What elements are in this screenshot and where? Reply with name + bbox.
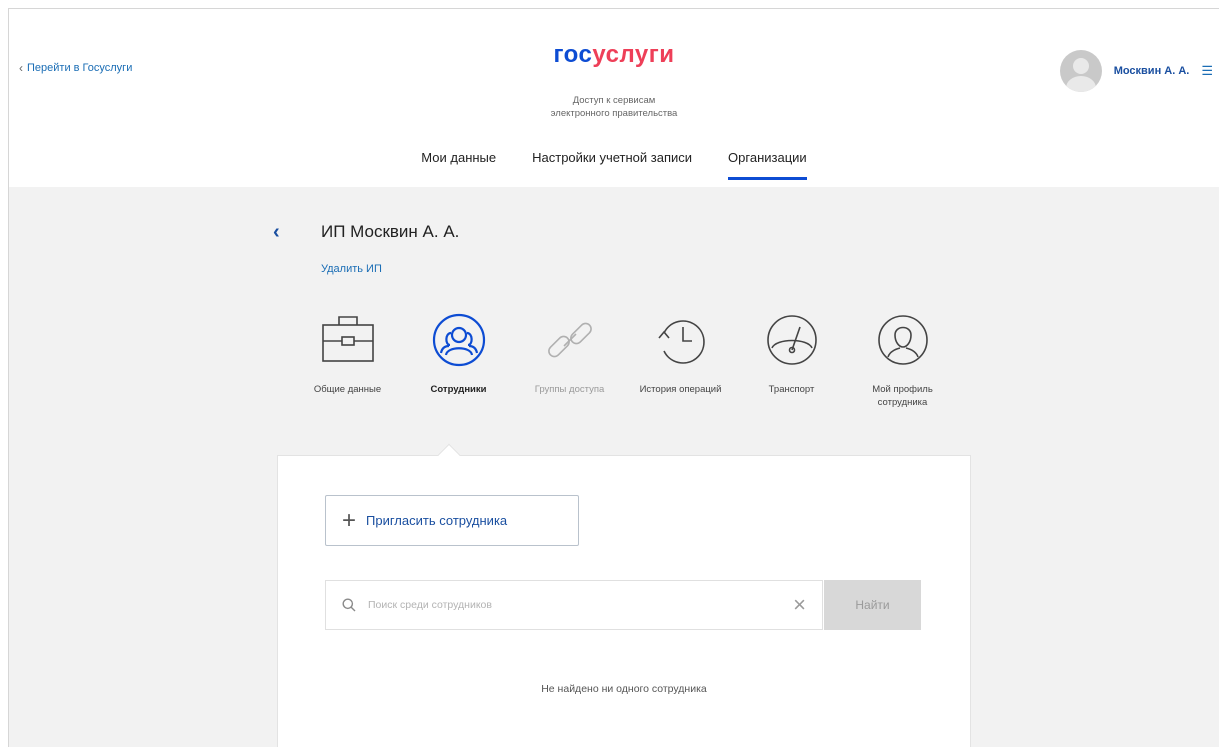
section-access-groups[interactable]: Группы доступа [514, 311, 625, 409]
section-label: Транспорт [768, 384, 815, 395]
plus-icon: + [342, 506, 357, 534]
search-icon [342, 598, 356, 612]
section-label: Общие данные [313, 384, 382, 395]
section-label: Группы доступа [534, 384, 605, 395]
chevron-left-icon[interactable]: ‹ [273, 221, 280, 244]
section-label: Мой профиль сотрудника [872, 384, 933, 408]
profile-icon [877, 315, 928, 365]
section-my-employee-profile[interactable]: Мой профиль сотрудника [847, 311, 958, 409]
search-input[interactable] [368, 599, 794, 611]
history-clock-icon [657, 320, 705, 364]
main-nav: Мои данные Настройки учетной записи Орга… [9, 150, 1219, 180]
tab-account-settings[interactable]: Настройки учетной записи [532, 150, 692, 180]
section-operations-history[interactable]: История операций [625, 311, 736, 409]
page-title: ИП Москвин А. А. [321, 222, 460, 241]
gosuslugi-logo[interactable]: госуслуги [9, 41, 1219, 69]
site-header: ‹ Перейти в Госуслуги госуслуги Доступ к… [9, 9, 1219, 187]
section-label: Сотрудники [430, 384, 487, 395]
page-frame: ‹ Перейти в Госуслуги госуслуги Доступ к… [8, 8, 1219, 747]
section-general-data[interactable]: Общие данные [292, 311, 403, 409]
employees-panel: + Пригласить сотрудника × Найти Не найде… [277, 455, 971, 747]
invite-button-label: Пригласить сотрудника [366, 513, 508, 528]
find-button[interactable]: Найти [824, 580, 921, 630]
employee-search-box: × [325, 580, 823, 630]
section-label: История операций [639, 384, 722, 395]
section-employees[interactable]: Сотрудники [403, 311, 514, 409]
user-menu[interactable]: Москвин А. А. ☰ [1059, 50, 1213, 92]
briefcase-icon [321, 316, 374, 362]
tagline-line-2: электронного правительства [550, 108, 678, 119]
empty-state-message: Не найдено ни одного сотрудника [541, 683, 707, 695]
section-transport[interactable]: Транспорт [736, 311, 847, 409]
logo-part-uslugi: услуги [592, 41, 675, 68]
menu-toggle-icon: ☰ [1201, 63, 1213, 78]
clear-icon[interactable]: × [793, 594, 806, 616]
logo-part-gos: гос [553, 41, 593, 68]
chain-link-icon [547, 322, 592, 358]
tab-organizations[interactable]: Организации [728, 150, 807, 180]
delete-ip-link[interactable]: Удалить ИП [321, 263, 382, 275]
organization-sections: Общие данные Сотрудники Группы доступа И… [292, 311, 958, 409]
tab-my-data[interactable]: Мои данные [421, 150, 496, 180]
tagline-line-1: Доступ к сервисам [572, 95, 656, 106]
speedometer-icon [766, 315, 817, 365]
logo-tagline: Доступ к сервисам электронного правитель… [9, 94, 1219, 120]
employees-icon [432, 313, 485, 367]
invite-employee-button[interactable]: + Пригласить сотрудника [325, 495, 579, 546]
user-name: Москвин А. А. [1113, 65, 1190, 77]
avatar [1059, 50, 1102, 92]
